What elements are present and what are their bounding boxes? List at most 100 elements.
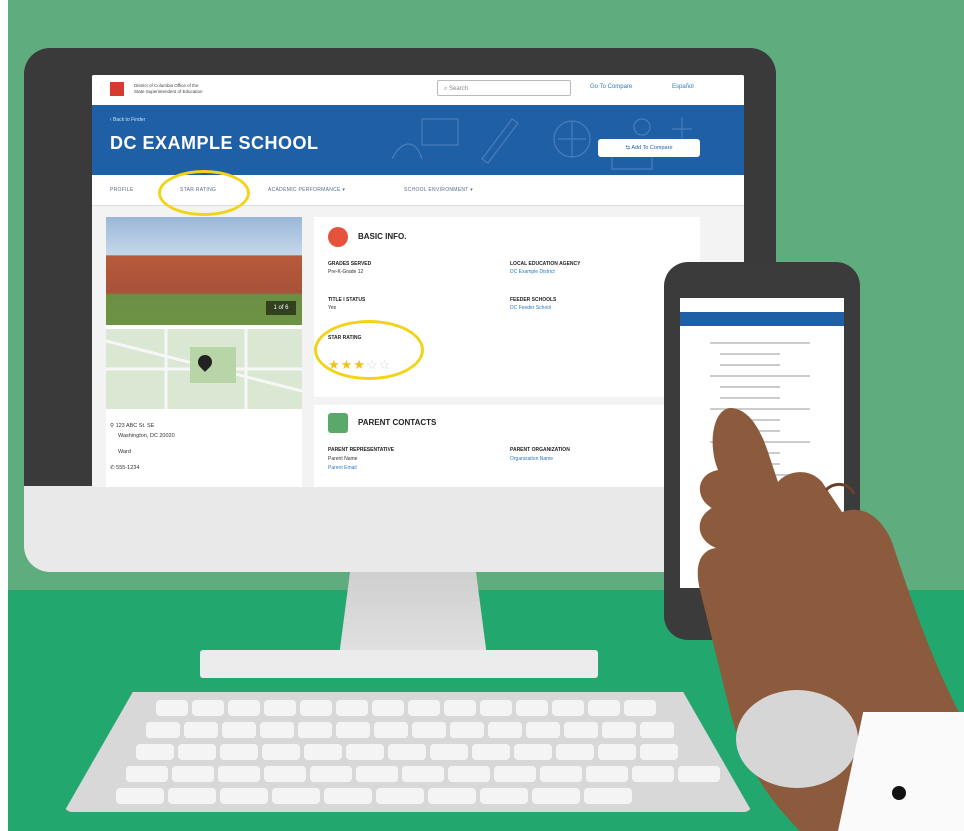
search-input[interactable]: ⌕ Search — [437, 80, 571, 96]
phone-text-line — [720, 397, 780, 399]
ward-label: Ward — [118, 449, 131, 455]
school-map[interactable] — [106, 329, 302, 409]
photo-counter: 1 of 6 — [266, 301, 296, 315]
school-photo[interactable]: 1 of 6 — [106, 217, 302, 325]
keyboard-key — [480, 700, 512, 716]
feeder-school-link[interactable]: DC Feeder School — [510, 305, 551, 311]
keyboard-key — [488, 722, 522, 738]
parent-rep-email-link[interactable]: Parent Email — [328, 465, 357, 471]
keyboard-key — [356, 766, 398, 782]
tab-school-environment[interactable]: SCHOOL ENVIRONMENT ▾ — [404, 187, 473, 193]
keyboard-key — [564, 722, 598, 738]
computer-mouse — [736, 690, 858, 788]
keyboard-key — [374, 722, 408, 738]
keyboard-key — [472, 744, 510, 760]
phone-text-line — [720, 386, 780, 388]
keyboard-key — [402, 766, 444, 782]
phone-text-line — [720, 353, 780, 355]
go-to-compare-link[interactable]: Go To Compare — [590, 84, 632, 90]
school-sidebar: 1 of 6 ⚲ 123 ABC St. SE Washington, DC 2… — [106, 217, 302, 487]
search-placeholder: Search — [449, 86, 469, 92]
keyboard-key — [262, 744, 300, 760]
keyboard-key — [192, 700, 224, 716]
keyboard-key — [556, 744, 594, 760]
grades-served-value: Pre-K-Grade 12 — [328, 269, 364, 275]
highlight-circle-tab — [158, 170, 250, 216]
people-icon — [328, 413, 348, 433]
parent-org-label: PARENT ORGANIZATION — [510, 447, 570, 453]
keyboard-key — [178, 744, 216, 760]
keyboard-key — [450, 722, 484, 738]
keyboard-key — [300, 700, 332, 716]
keyboard-key — [136, 744, 174, 760]
monitor-base — [200, 650, 598, 678]
keyboard-key — [172, 766, 214, 782]
keyboard-key — [146, 722, 180, 738]
parent-org-link[interactable]: Organization Name — [510, 456, 553, 462]
keyboard-key — [272, 788, 320, 804]
keyboard-key — [552, 700, 584, 716]
keyboard-key — [448, 766, 490, 782]
keyboard-key — [218, 766, 260, 782]
language-link[interactable]: Español — [672, 84, 694, 90]
keyboard-key — [184, 722, 218, 738]
add-to-compare-button[interactable]: ⇆ Add To Compare — [598, 139, 700, 157]
phone-text-line — [710, 375, 810, 377]
keyboard-key — [228, 700, 260, 716]
add-to-compare-label: Add To Compare — [631, 145, 673, 151]
address-street: 123 ABC St. SE — [115, 423, 155, 429]
school-banner: ‹ Back to Finder DC EXAMPLE SCHOOL ⇆ Add… — [92, 105, 744, 175]
grades-served-label: GRADES SERVED — [328, 261, 372, 267]
keyboard-key — [336, 700, 368, 716]
keyboard-key — [310, 766, 352, 782]
keyboard-key — [412, 722, 446, 738]
org-name: District of Columbia Office of the State… — [134, 83, 254, 95]
parent-rep-label: PARENT REPRESENTATIVE — [328, 447, 395, 453]
keyboard-key — [264, 766, 306, 782]
title-i-label: TITLE I STATUS — [328, 297, 366, 303]
keyboard-key — [220, 744, 258, 760]
tab-profile[interactable]: PROFILE — [110, 187, 134, 193]
keyboard-key — [260, 722, 294, 738]
keyboard-key — [514, 744, 552, 760]
keyboard-key — [126, 766, 168, 782]
address-line-1: ⚲ 123 ABC St. SE — [110, 423, 154, 429]
parent-contacts-title: PARENT CONTACTS — [358, 418, 437, 427]
phone-number[interactable]: ✆ 555-1234 — [110, 465, 139, 471]
phone-value: 555-1234 — [116, 465, 140, 471]
keyboard-key — [430, 744, 468, 760]
tab-academic-performance[interactable]: ACADEMIC PERFORMANCE ▾ — [268, 187, 345, 193]
keyboard-key — [298, 722, 332, 738]
lea-link[interactable]: DC Example District — [510, 269, 555, 275]
keyboard-key — [480, 788, 528, 804]
lea-label: LOCAL EDUCATION AGENCY — [510, 261, 581, 267]
osse-logo-icon[interactable] — [110, 82, 124, 96]
phone-text-line — [720, 364, 780, 366]
keyboard-key — [494, 766, 536, 782]
keyboard-key — [372, 700, 404, 716]
illustration-scene: District of Columbia Office of the State… — [0, 0, 964, 831]
keyboard-key — [304, 744, 342, 760]
address-line-2: Washington, DC 20020 — [118, 433, 175, 439]
title-i-value: Yes — [328, 305, 337, 311]
org-line-2: State Superintendent of Education — [134, 89, 203, 94]
keyboard-key — [408, 700, 440, 716]
parent-rep-name: Parent Name — [328, 456, 358, 462]
keyboard-key — [116, 788, 164, 804]
keyboard-key — [526, 722, 560, 738]
keyboard-key — [388, 744, 426, 760]
cufflink — [892, 786, 906, 800]
keyboard-key — [428, 788, 476, 804]
back-to-finder-link[interactable]: ‹ Back to Finder — [110, 117, 145, 123]
keyboard-key — [222, 722, 256, 738]
keyboard-key — [376, 788, 424, 804]
basic-info-title: BASIC INFO. — [358, 232, 407, 241]
keyboard-key — [532, 788, 580, 804]
feeder-schools-label: FEEDER SCHOOLS — [510, 297, 557, 303]
site-header: District of Columbia Office of the State… — [92, 75, 744, 106]
apple-icon — [328, 227, 348, 247]
page-title: DC EXAMPLE SCHOOL — [110, 133, 319, 153]
keyboard-key — [324, 788, 372, 804]
keyboard-key — [516, 700, 548, 716]
keyboard-key — [444, 700, 476, 716]
